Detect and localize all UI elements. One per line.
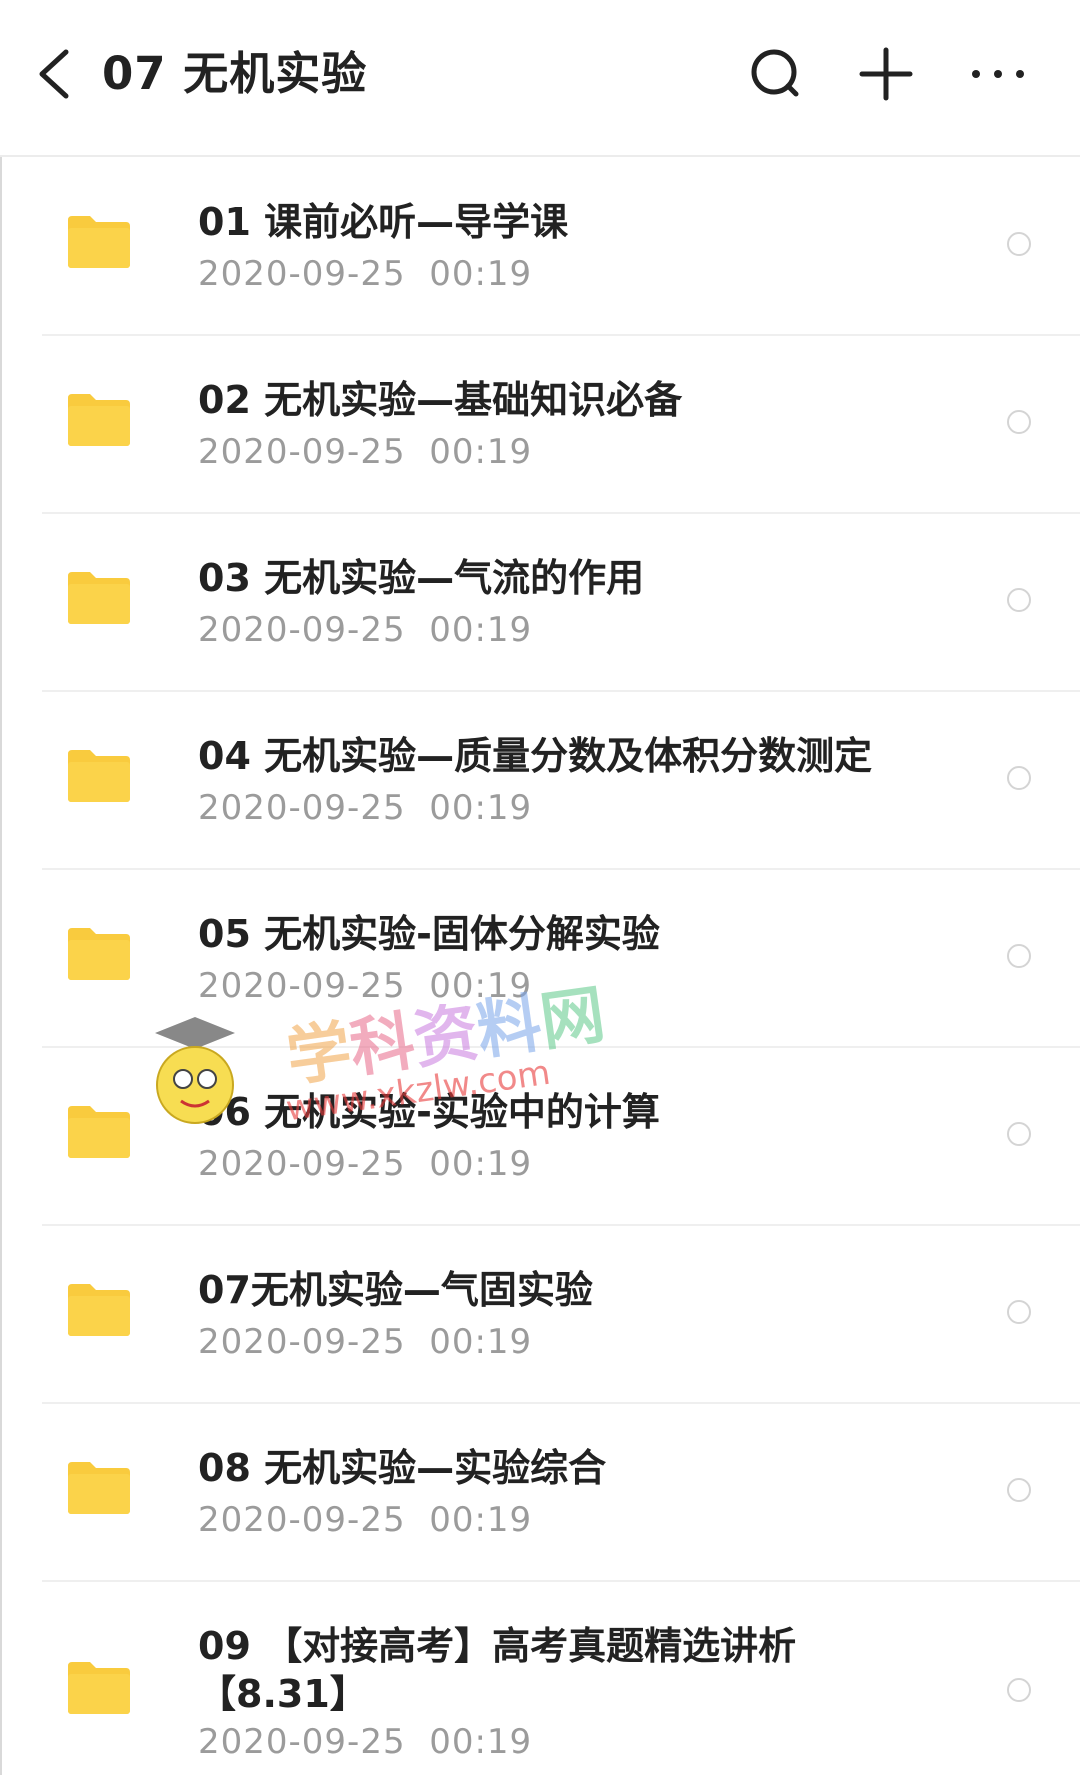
- folder-row-03[interactable]: 03 无机实验—气流的作用 2020-09-25 00:19: [0, 514, 1080, 692]
- file-date: 2020-09-25 00:19: [198, 610, 533, 650]
- file-name: 05 无机实验-固体分解实验: [198, 912, 660, 956]
- file-name: 03 无机实验—气流的作用: [198, 556, 645, 600]
- more-button[interactable]: [960, 36, 1036, 112]
- folder-icon: [68, 1106, 130, 1158]
- file-name: 09 【对接高考】高考真题精选讲析【8.31】: [198, 1624, 797, 1716]
- back-button[interactable]: [28, 36, 88, 112]
- file-name: 01 课前必听—导学课: [198, 200, 569, 244]
- select-radio[interactable]: [1007, 232, 1031, 256]
- file-name: 08 无机实验—实验综合: [198, 1446, 607, 1490]
- folder-icon: [68, 1284, 130, 1336]
- folder-row-08[interactable]: 08 无机实验—实验综合 2020-09-25 00:19: [0, 1404, 1080, 1582]
- folder-icon: [68, 750, 130, 802]
- page-title: 07 无机实验: [102, 47, 368, 100]
- select-radio[interactable]: [1007, 1300, 1031, 1324]
- select-radio[interactable]: [1007, 766, 1031, 790]
- file-date: 2020-09-25 00:19: [198, 788, 533, 828]
- file-date: 2020-09-25 00:19: [198, 254, 533, 294]
- back-chevron-icon: [39, 49, 69, 99]
- select-radio[interactable]: [1007, 1122, 1031, 1146]
- select-radio[interactable]: [1007, 1678, 1031, 1702]
- file-date: 2020-09-25 00:19: [198, 432, 533, 472]
- file-date: 2020-09-25 00:19: [198, 1144, 533, 1184]
- folder-row-06[interactable]: 06 无机实验-实验中的计算 2020-09-25 00:19: [0, 1048, 1080, 1226]
- folder-icon: [68, 1662, 130, 1714]
- file-date: 2020-09-25 00:19: [198, 1322, 533, 1362]
- file-list: 01 课前必听—导学课 2020-09-25 00:19 02 无机实验—基础知…: [0, 158, 1080, 1784]
- folder-icon: [68, 572, 130, 624]
- folder-row-02[interactable]: 02 无机实验—基础知识必备 2020-09-25 00:19: [0, 336, 1080, 514]
- select-radio[interactable]: [1007, 944, 1031, 968]
- top-bar: 07 无机实验: [0, 0, 1080, 157]
- more-dots-icon: [972, 70, 1024, 78]
- add-button[interactable]: [848, 36, 924, 112]
- folder-icon: [68, 928, 130, 980]
- file-date: 2020-09-25 00:19: [198, 966, 533, 1006]
- folder-row-01[interactable]: 01 课前必听—导学课 2020-09-25 00:19: [0, 158, 1080, 336]
- folder-icon: [68, 1462, 130, 1514]
- file-name: 06 无机实验-实验中的计算: [198, 1090, 660, 1134]
- folder-row-07[interactable]: 07无机实验—气固实验 2020-09-25 00:19: [0, 1226, 1080, 1404]
- folder-icon: [68, 216, 130, 268]
- file-name: 02 无机实验—基础知识必备: [198, 378, 683, 422]
- folder-icon: [68, 394, 130, 446]
- file-date: 2020-09-25 00:19: [198, 1722, 533, 1762]
- file-name: 07无机实验—气固实验: [198, 1268, 593, 1312]
- select-radio[interactable]: [1007, 1478, 1031, 1502]
- folder-row-04[interactable]: 04 无机实验—质量分数及体积分数测定 2020-09-25 00:19: [0, 692, 1080, 870]
- search-icon: [751, 49, 799, 97]
- file-date: 2020-09-25 00:19: [198, 1500, 533, 1540]
- folder-row-05[interactable]: 05 无机实验-固体分解实验 2020-09-25 00:19: [0, 870, 1080, 1048]
- search-button[interactable]: [738, 36, 814, 112]
- select-radio[interactable]: [1007, 588, 1031, 612]
- plus-icon: [859, 47, 913, 101]
- folder-row-09[interactable]: 09 【对接高考】高考真题精选讲析【8.31】 2020-09-25 00:19: [0, 1582, 1080, 1784]
- file-name: 04 无机实验—质量分数及体积分数测定: [198, 734, 873, 778]
- select-radio[interactable]: [1007, 410, 1031, 434]
